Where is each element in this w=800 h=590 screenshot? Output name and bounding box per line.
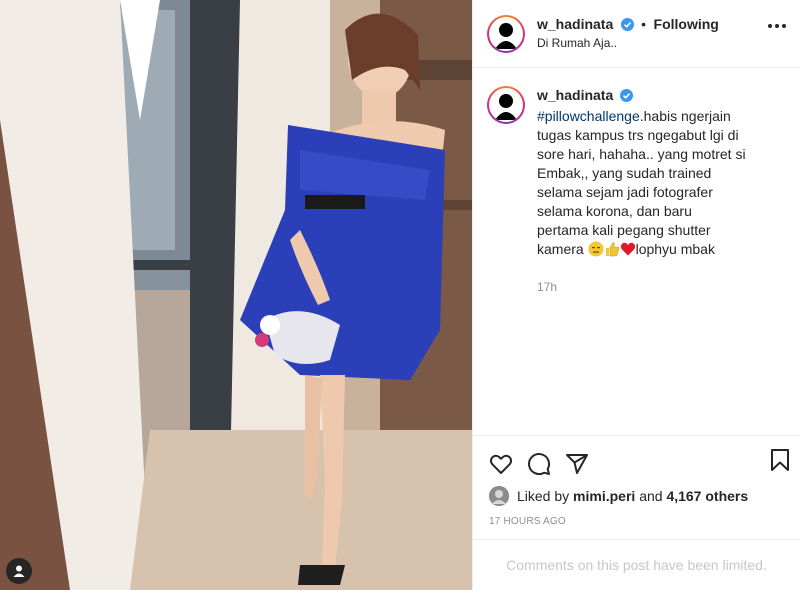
- likes-conj: and: [639, 488, 663, 504]
- likes-row: Liked by mimi.peri and 4,167 others: [473, 481, 800, 511]
- header-separator: •: [641, 15, 647, 32]
- thumbs-up-emoji-icon: [604, 241, 620, 262]
- post-header: w_hadinata • Following Di Rumah Aja..: [473, 0, 800, 68]
- caption-time[interactable]: 17h: [537, 278, 747, 297]
- header-username[interactable]: w_hadinata: [537, 16, 613, 32]
- user-tag-icon: [13, 565, 25, 577]
- caption-ending: lophyu mbak: [635, 241, 715, 257]
- location-link[interactable]: Di Rumah Aja..: [537, 35, 719, 52]
- bookmark-icon[interactable]: [768, 448, 792, 477]
- post-timestamp[interactable]: 17 HOURS AGO: [473, 511, 800, 533]
- following-button[interactable]: Following: [654, 16, 719, 32]
- post-photo-illustration: [0, 0, 472, 590]
- expressionless-emoji-icon: [588, 241, 604, 262]
- heart-icon[interactable]: [489, 452, 513, 476]
- caption-avatar[interactable]: [487, 86, 525, 124]
- comment-icon[interactable]: [527, 452, 551, 476]
- post-photo[interactable]: [0, 0, 472, 590]
- comments-area: w_hadinata #pillowchallenge.habis ngerja…: [473, 68, 800, 435]
- liker-username[interactable]: mimi.peri: [573, 488, 635, 504]
- avatar-silhouette-icon: [495, 22, 517, 49]
- liker-avatar[interactable]: [489, 486, 509, 506]
- caption-username[interactable]: w_hadinata: [537, 87, 613, 103]
- hashtag-link[interactable]: #pillowchallenge: [537, 108, 640, 124]
- red-heart-emoji-icon: [620, 241, 636, 262]
- likes-prefix: Liked by: [517, 488, 570, 504]
- share-icon[interactable]: [565, 452, 589, 476]
- post-side-panel: w_hadinata • Following Di Rumah Aja.. w_…: [472, 0, 800, 590]
- verified-badge-icon: [620, 17, 634, 35]
- verified-badge-icon: [620, 88, 634, 107]
- more-options-icon[interactable]: [768, 24, 786, 28]
- avatar[interactable]: [487, 14, 525, 53]
- comments-limited-notice: Comments on this post have been limited.: [473, 539, 800, 590]
- avatar-silhouette-icon: [495, 94, 517, 120]
- caption-text: .habis ngerjain tugas kampus trs ngegabu…: [537, 108, 746, 257]
- likes-others-link[interactable]: 4,167 others: [666, 488, 748, 504]
- caption: w_hadinata #pillowchallenge.habis ngerja…: [487, 86, 786, 297]
- post-modal: w_hadinata • Following Di Rumah Aja.. w_…: [0, 0, 800, 590]
- post-actions: [473, 435, 800, 481]
- user-tag-button[interactable]: [6, 558, 32, 584]
